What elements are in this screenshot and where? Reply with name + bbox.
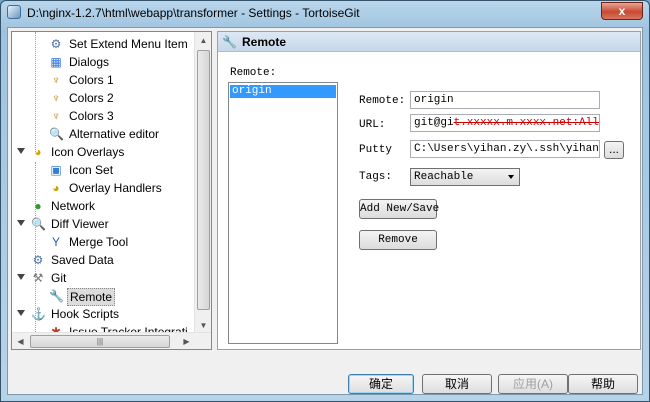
expand-arrow-icon[interactable] (17, 310, 25, 316)
tree-item-label: Icon Set (69, 163, 114, 177)
url-prefix: git@gi (414, 117, 454, 129)
close-button[interactable]: x (601, 2, 643, 20)
globe-icon: ● (34, 199, 42, 213)
expand-arrow-icon[interactable] (17, 148, 25, 154)
palette-icon: ♆ (51, 109, 61, 123)
overlay-icon: ◕ (52, 181, 60, 195)
remote-name-input[interactable]: origin (410, 91, 600, 109)
remote-name-label: Remote: (359, 95, 406, 107)
tree-item-label: Dialogs (69, 55, 110, 69)
tree-item-label: Set Extend Menu Item (69, 37, 188, 51)
tree-item-remote[interactable]: 🔧 Remote (12, 287, 195, 306)
tags-select-value: Reachable (414, 171, 474, 183)
window-title: D:\nginx-1.2.7\html\webapp\transformer -… (27, 6, 360, 20)
tree-item-label: Remote (67, 288, 116, 306)
magnifier-icon: 🔍 (31, 217, 46, 231)
cancel-button[interactable]: 取消 (422, 374, 492, 394)
tree-item-git[interactable]: ⚒ Git (12, 269, 195, 287)
windows-icon: ▦ (50, 55, 62, 69)
merge-icon: Y (51, 235, 60, 249)
wrench-icon: 🔧 (49, 289, 64, 303)
tree-item-merge-tool[interactable]: Y Merge Tool (12, 233, 195, 251)
chevron-down-icon (508, 175, 514, 179)
remote-list-item-origin[interactable]: origin (230, 85, 336, 98)
palette-icon: ♆ (51, 73, 61, 87)
tree-item-label: Colors 3 (69, 109, 114, 123)
tree-vertical-scroll-thumb[interactable] (197, 50, 210, 310)
scroll-up-arrow-icon[interactable]: ▲ (195, 32, 211, 49)
tools-icon: ⚒ (32, 271, 44, 285)
tree-item-label: Diff Viewer (51, 217, 109, 231)
scroll-right-arrow-icon[interactable]: ▶ (178, 333, 195, 349)
scroll-left-arrow-icon[interactable]: ◀ (12, 333, 29, 349)
tree-item-colors-3[interactable]: ♆ Colors 3 (12, 107, 195, 125)
tree-item-icon-overlays[interactable]: ◕ Icon Overlays (12, 143, 195, 161)
wrench-icon: 🔧 (222, 35, 237, 49)
palette-icon: ♆ (51, 91, 61, 105)
iconset-icon: ▣ (50, 163, 62, 177)
ok-button[interactable]: 确定 (348, 374, 414, 394)
tortoisegit-app-icon (7, 5, 21, 19)
tree-horizontal-scroll-thumb[interactable]: ||| (30, 335, 170, 348)
gear-icon: ⚙ (50, 37, 62, 51)
tree-item-label: Hook Scripts (51, 307, 120, 321)
overlay-icon: ◕ (34, 145, 42, 159)
expand-arrow-icon[interactable] (17, 274, 25, 280)
tree-item-alternative-editor[interactable]: 🔍 Alternative editor (12, 125, 195, 143)
tree-item-label: Colors 1 (69, 73, 114, 87)
url-input[interactable]: git@git.xxxxx.m.xxxx.net:AllSpark (410, 114, 600, 132)
remote-list[interactable]: origin (228, 82, 338, 344)
gear-icon: ⚙ (32, 253, 44, 267)
tree-item-diff-viewer[interactable]: 🔍 Diff Viewer (12, 215, 195, 233)
panel-header: 🔧 Remote (218, 32, 640, 52)
tree-item-icon-set[interactable]: ▣ Icon Set (12, 161, 195, 179)
tree-vertical-scrollbar[interactable]: ▲ ▼ (194, 32, 211, 334)
hook-icon: ⚓ (31, 307, 46, 321)
tree-item-label: Git (51, 271, 67, 285)
title-bar[interactable]: D:\nginx-1.2.7\html\webapp\transformer -… (1, 1, 649, 25)
panel-title: Remote (242, 35, 287, 49)
tags-label: Tags: (359, 171, 393, 183)
tree-item-label: Icon Overlays (51, 145, 125, 159)
putty-label: Putty (359, 144, 393, 156)
add-new-save-button[interactable]: Add New/Save (359, 199, 439, 219)
tree-horizontal-scrollbar[interactable]: ◀ ||| ▶ (12, 332, 211, 349)
tree-item-network[interactable]: ● Network (12, 197, 195, 215)
remote-settings-panel: 🔧 Remote Remote: origin Remote: origin U… (217, 31, 641, 350)
url-redacted-part: t.xxxxx.m.xxxx.net:AllSpark (453, 117, 599, 129)
tree-item-set-extend-menu[interactable]: ⚙ Set Extend Menu Item (12, 35, 195, 53)
tree-item-label: Colors 2 (69, 91, 114, 105)
tree-item-saved-data[interactable]: ⚙ Saved Data (12, 251, 195, 269)
tree-item-dialogs[interactable]: ▦ Dialogs (12, 53, 195, 71)
remove-button[interactable]: Remove (359, 230, 437, 250)
tree-item-colors-1[interactable]: ♆ Colors 1 (12, 71, 195, 89)
expand-arrow-icon[interactable] (17, 220, 25, 226)
tree-item-label: Saved Data (51, 253, 114, 267)
dialog-client: ⚙ Set Extend Menu Item ▦ Dialogs ♆ Color… (7, 27, 643, 395)
help-button[interactable]: 帮助 (568, 374, 638, 394)
tree-item-overlay-handlers[interactable]: ◕ Overlay Handlers (12, 179, 195, 197)
browse-putty-button[interactable]: ... (604, 141, 624, 159)
magnifier-icon: 🔍 (49, 127, 64, 141)
tree-item-colors-2[interactable]: ♆ Colors 2 (12, 89, 195, 107)
settings-window: D:\nginx-1.2.7\html\webapp\transformer -… (0, 0, 650, 402)
apply-button[interactable]: 应用(A) (498, 374, 568, 394)
url-label: URL: (359, 119, 386, 131)
tree-item-label: Alternative editor (69, 127, 160, 141)
remote-list-label: Remote: (230, 67, 277, 79)
tree-item-hook-scripts[interactable]: ⚓ Hook Scripts (12, 305, 195, 323)
putty-key-input[interactable]: C:\Users\yihan.zy\.ssh\yihan.ppk (410, 140, 600, 158)
tree-item-label: Overlay Handlers (69, 181, 162, 195)
tags-select[interactable]: Reachable (410, 168, 520, 186)
settings-tree[interactable]: ⚙ Set Extend Menu Item ▦ Dialogs ♆ Color… (11, 31, 212, 350)
tree-item-label: Merge Tool (69, 235, 129, 249)
tree-item-label: Network (51, 199, 96, 213)
